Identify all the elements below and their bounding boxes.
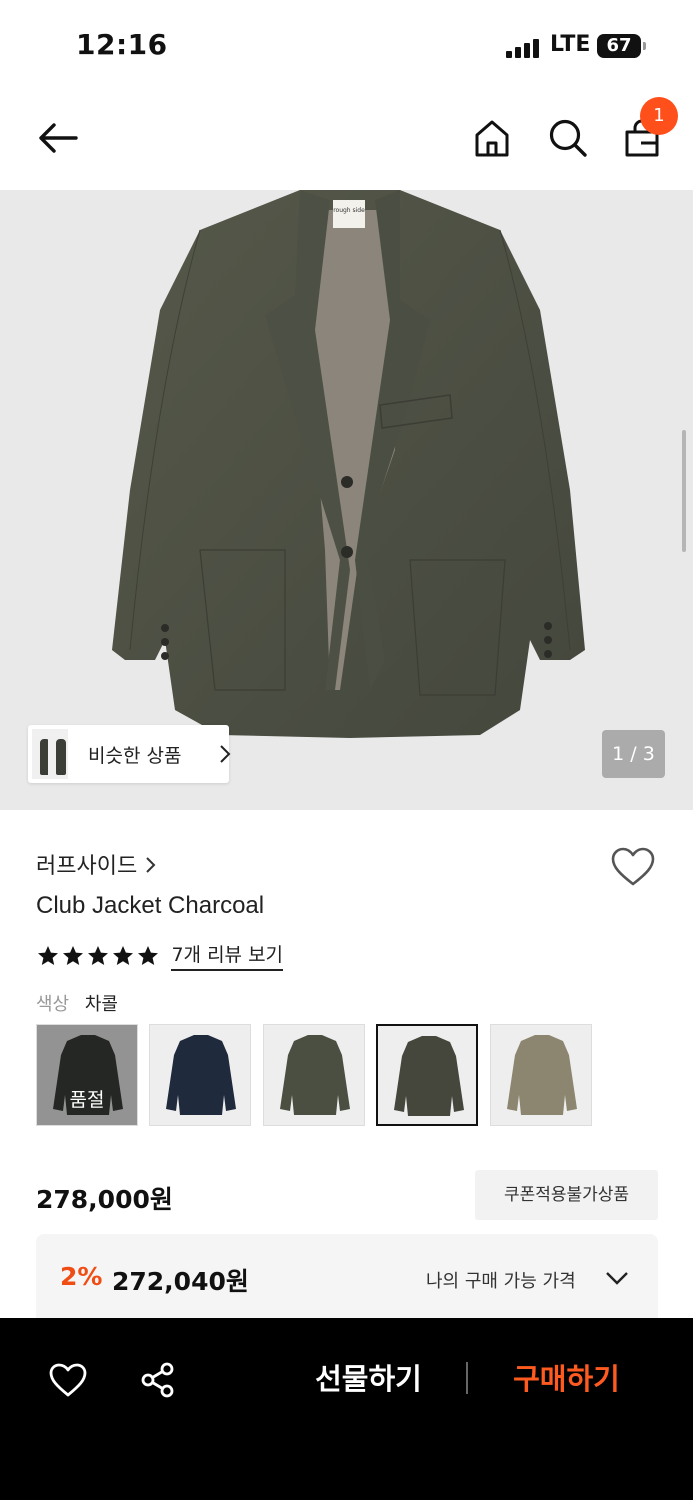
- color-swatch-selected[interactable]: [376, 1024, 478, 1126]
- cart-count-badge: 1: [640, 97, 678, 135]
- heart-icon[interactable]: [48, 1362, 88, 1398]
- swatch-jacket-image: [166, 1035, 236, 1115]
- back-arrow-icon[interactable]: [36, 116, 80, 160]
- chevron-down-icon: [606, 1272, 628, 1285]
- review-link[interactable]: 7개 리뷰 보기: [171, 940, 284, 971]
- battery-icon: 67: [597, 34, 641, 58]
- divider: [466, 1362, 468, 1394]
- color-swatch[interactable]: 품절: [36, 1024, 138, 1126]
- color-swatch[interactable]: [149, 1024, 251, 1126]
- similar-products-label: 비슷한 상품: [88, 745, 182, 767]
- chevron-right-icon: [146, 857, 156, 873]
- product-name: Club Jacket Charcoal: [36, 892, 265, 919]
- star-icon: [113, 945, 134, 965]
- brand-tag: rough side: [333, 207, 365, 214]
- buy-button[interactable]: 구매하기: [494, 1354, 639, 1404]
- heart-icon[interactable]: [610, 846, 656, 888]
- gift-button[interactable]: 선물하기: [296, 1354, 441, 1404]
- discount-rate: 2%: [60, 1262, 103, 1291]
- brand-link[interactable]: 러프사이드: [36, 848, 157, 880]
- home-icon[interactable]: [470, 116, 514, 160]
- color-value: 차콜: [84, 994, 118, 1015]
- product-image: rough side: [112, 190, 585, 738]
- my-price-dropdown[interactable]: 2% 272,040원 나의 구매 가능 가격: [36, 1234, 658, 1320]
- scroll-indicator: [682, 430, 686, 552]
- similar-products-button[interactable]: 비슷한 상품: [28, 725, 231, 783]
- chevron-right-icon: [220, 745, 231, 763]
- coupon-not-applicable-tag: 쿠폰적용불가상품: [475, 1170, 658, 1220]
- discount-price: 272,040원: [112, 1267, 249, 1296]
- my-price-label: 나의 구매 가능 가격: [426, 1271, 576, 1292]
- swatch-jacket-image: [280, 1035, 350, 1115]
- sold-out-label: 품절: [69, 1089, 105, 1111]
- star-icon: [63, 945, 84, 965]
- star-icon: [88, 945, 109, 965]
- status-bar: 12:16 LTE 67: [0, 0, 693, 90]
- network-label: LTE: [550, 32, 591, 57]
- status-time: 12:16: [76, 28, 168, 61]
- signal-icon: [506, 38, 540, 58]
- brand-name: 러프사이드: [36, 854, 138, 879]
- image-page-indicator: 1 / 3: [602, 730, 665, 778]
- swatch-jacket-image: [394, 1036, 464, 1116]
- color-label: 색상: [36, 994, 70, 1015]
- share-icon[interactable]: [138, 1360, 178, 1400]
- product-price: 278,000원: [36, 1185, 173, 1214]
- product-image-gallery[interactable]: rough side 비슷한 상품 1 / 3: [0, 190, 693, 810]
- similar-thumb: [48, 729, 68, 779]
- color-swatch[interactable]: [490, 1024, 592, 1126]
- star-icon: [138, 945, 159, 965]
- swatch-jacket-image: [507, 1035, 577, 1115]
- battery-tip: [643, 42, 646, 50]
- star-icon: [38, 945, 58, 965]
- rating-row: 7개 리뷰 보기: [36, 940, 284, 971]
- bottom-action-bar: 선물하기 구매하기: [0, 1318, 693, 1500]
- search-icon[interactable]: [546, 116, 590, 160]
- color-swatch[interactable]: [263, 1024, 365, 1126]
- color-row: 색상 차콜: [36, 990, 118, 1016]
- top-nav: 1: [0, 90, 693, 190]
